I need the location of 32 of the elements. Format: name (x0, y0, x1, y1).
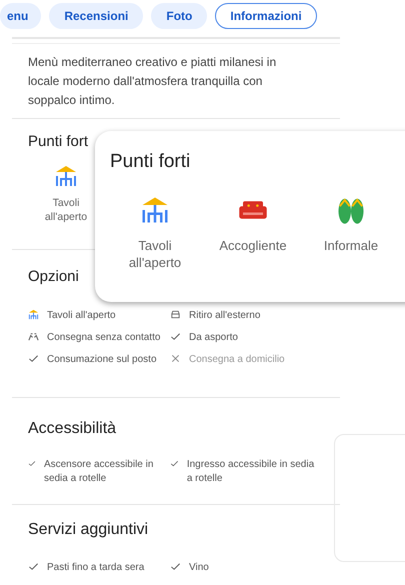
section-heading: Opzioni (27, 267, 79, 285)
umbrella-table-icon (140, 195, 170, 225)
option-label: Pasti fino a tarda sera (47, 561, 144, 575)
check-icon (170, 331, 181, 342)
section-heading: Servizi aggiuntivi (27, 520, 148, 539)
option-label: Vino (189, 561, 209, 575)
option-label: Tavoli all'aperto (47, 309, 116, 323)
option-label: Da asporto (189, 331, 238, 345)
highlight-label: Accogliente (219, 237, 287, 254)
section-heading: Accessibilità (27, 419, 116, 438)
option-label: Consumazione sul posto (47, 353, 157, 367)
option-label: Consegna senza contatto (47, 331, 160, 345)
check-icon (28, 561, 39, 572)
check-icon (28, 353, 39, 364)
tab[interactable]: Informazioni (215, 3, 317, 29)
cross-icon (170, 353, 181, 364)
tab[interactable]: Foto (151, 3, 208, 29)
umbrella-table-icon (28, 309, 39, 320)
section-heading: Punti fort (27, 132, 88, 150)
popup-title: Punti forti (110, 151, 192, 173)
tab[interactable]: Recensioni (49, 3, 144, 29)
umbrella-table-icon (54, 164, 78, 188)
option-label: Ritiro all'esterno (189, 309, 260, 323)
tab[interactable]: enu (0, 3, 42, 29)
description-text: Menù mediterraneo creativo e piatti milanesi in locale moderno dall'atmosfera tranquilla con soppalco intimo. (28, 54, 278, 109)
option-label: Ascensore accessibile in sedia a rotelle (44, 458, 154, 486)
check-icon (170, 561, 181, 572)
highlight-label: Informale (324, 237, 378, 254)
highlight-label: Tavoli all'aperto (44, 196, 88, 224)
option-label: Consegna a domicilio (189, 353, 285, 367)
option-label: Ingresso accessibile in sedia a rotelle (186, 458, 316, 486)
highlight-label: Tavoli all'aperto (128, 237, 182, 271)
